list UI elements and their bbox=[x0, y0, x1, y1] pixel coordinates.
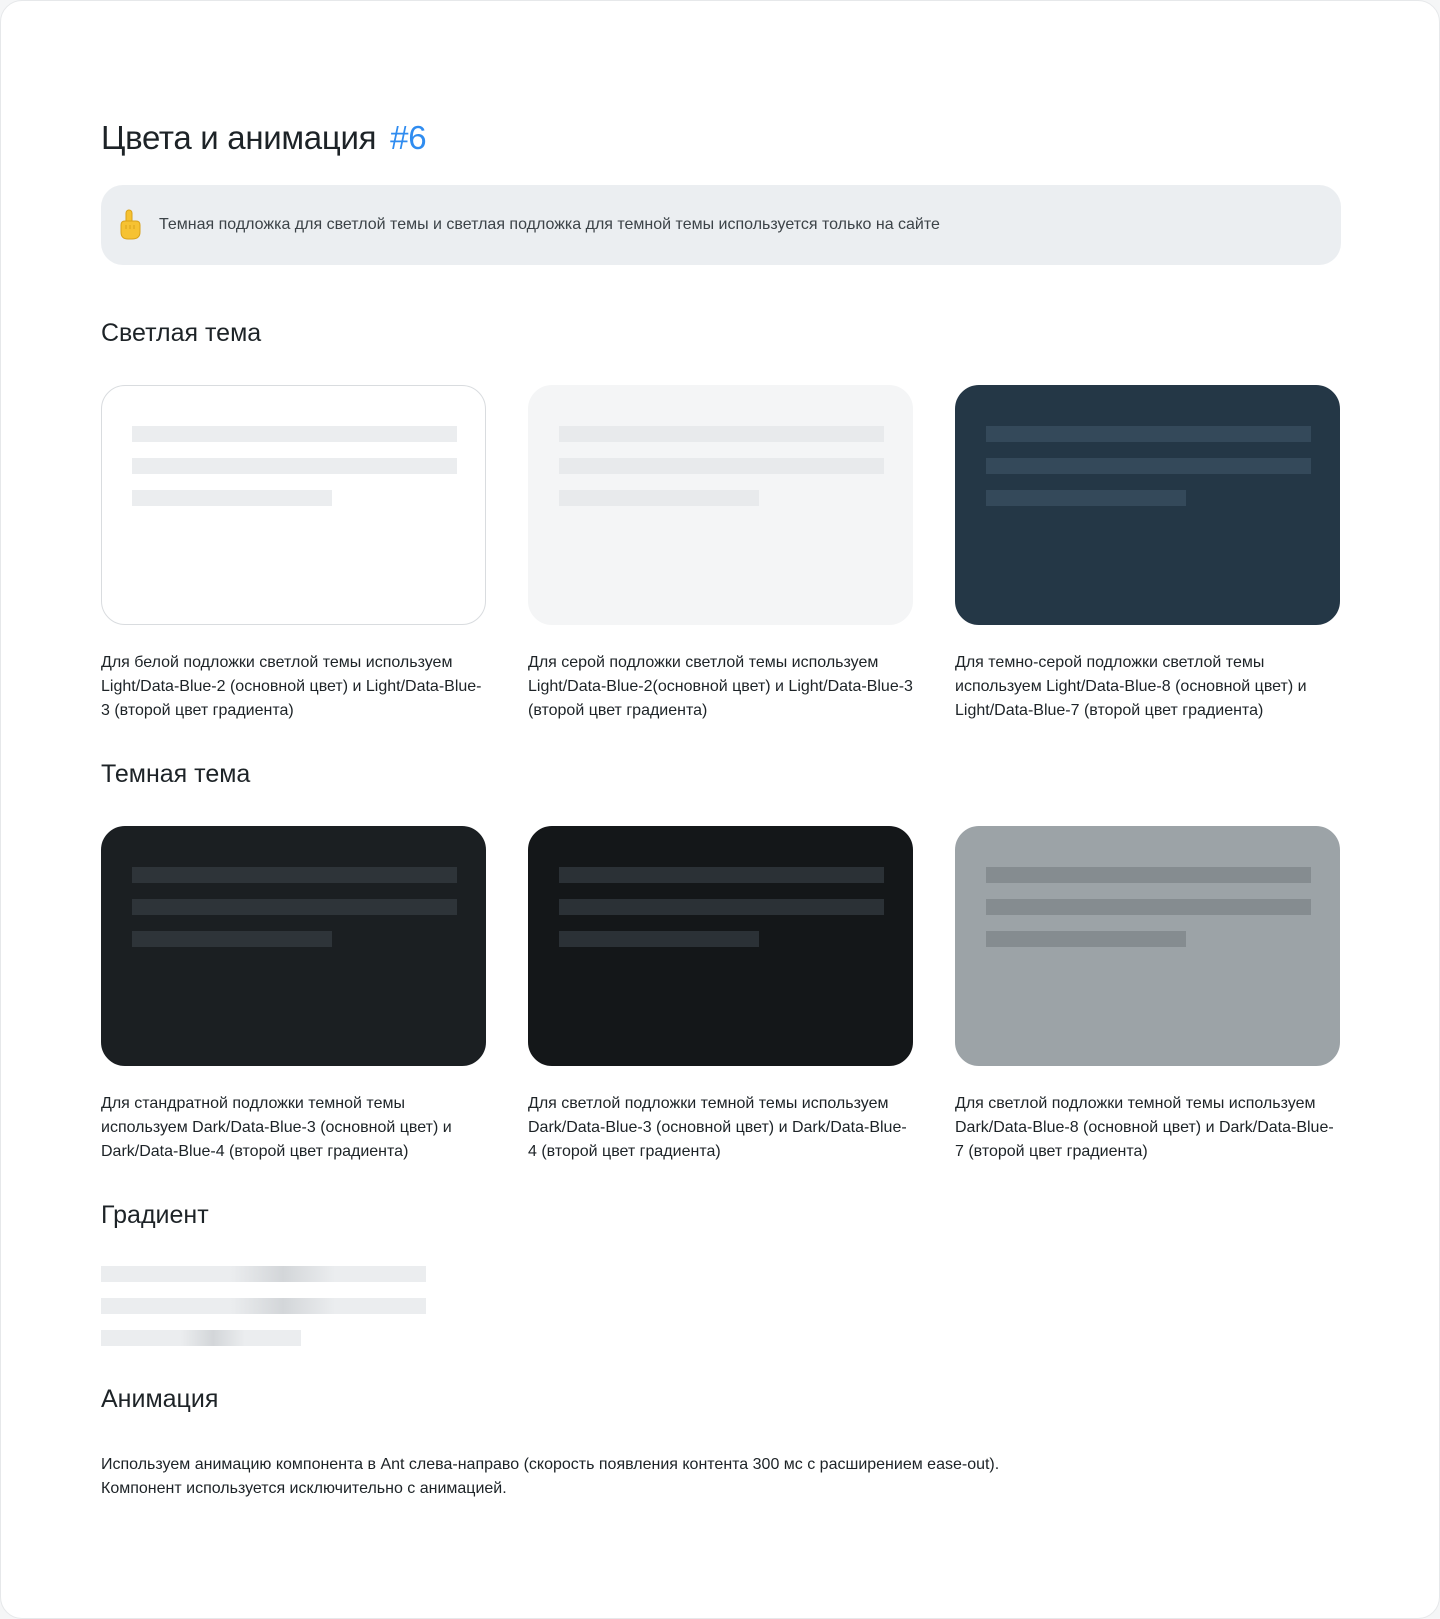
skeleton-line bbox=[132, 458, 457, 474]
light-card-white-caption: Для белой подложки светлой темы использу… bbox=[101, 654, 482, 719]
skeleton-line bbox=[132, 931, 332, 947]
light-card-gray bbox=[528, 385, 913, 625]
page-frame: Цвета и анимация #6 Темная подложка для с… bbox=[0, 0, 1440, 1619]
light-card-gray-caption: Для серой подложки светлой темы использу… bbox=[528, 654, 913, 719]
skeleton-line bbox=[132, 867, 457, 883]
skeleton-line bbox=[986, 867, 1311, 883]
skeleton-line bbox=[559, 867, 884, 883]
dark-card-light-gray-caption: Для светлой подложки темной темы использ… bbox=[955, 1095, 1334, 1160]
section-title-animation: Анимация bbox=[101, 1385, 219, 1413]
dark-card-standard bbox=[101, 826, 486, 1066]
skeleton-line bbox=[986, 458, 1311, 474]
animation-description-line: Компонент используется исключительно с а… bbox=[101, 1480, 507, 1497]
page-title-text: Цвета и анимация bbox=[101, 119, 377, 156]
skeleton-line bbox=[986, 426, 1311, 442]
skeleton-line bbox=[986, 490, 1186, 506]
gradient-skeleton-line bbox=[101, 1266, 426, 1282]
page-number: #6 bbox=[390, 119, 427, 156]
pointing-up-hand-icon bbox=[115, 208, 145, 242]
animation-description: Используем анимацию компонента в Ant сле… bbox=[101, 1453, 999, 1501]
skeleton-line bbox=[132, 899, 457, 915]
section-title-gradient: Градиент bbox=[101, 1201, 209, 1229]
section-title-dark-theme: Темная тема bbox=[101, 760, 251, 788]
animation-description-line: Используем анимацию компонента в Ant сле… bbox=[101, 1456, 1000, 1473]
info-note-text: Темная подложка для светлой темы и светл… bbox=[159, 216, 940, 233]
dark-card-darker-caption: Для светлой подложки темной темы использ… bbox=[528, 1095, 907, 1160]
skeleton-line bbox=[132, 490, 332, 506]
light-card-dark-gray-caption: Для темно-серой подложки светлой темы ис… bbox=[955, 654, 1307, 719]
page-title: Цвета и анимация #6 bbox=[101, 119, 427, 157]
skeleton-line bbox=[132, 426, 457, 442]
skeleton-line bbox=[559, 931, 759, 947]
gradient-skeleton-line bbox=[101, 1298, 426, 1314]
skeleton-line bbox=[986, 931, 1186, 947]
info-note: Темная подложка для светлой темы и светл… bbox=[101, 185, 1341, 265]
section-title-light-theme: Светлая тема bbox=[101, 319, 262, 347]
skeleton-line bbox=[559, 490, 759, 506]
dark-card-light-gray bbox=[955, 826, 1340, 1066]
dark-card-standard-caption: Для стандратной подложки темной темы исп… bbox=[101, 1095, 452, 1160]
skeleton-line bbox=[986, 899, 1311, 915]
light-card-white bbox=[101, 385, 486, 625]
dark-card-darker bbox=[528, 826, 913, 1066]
light-card-dark-gray bbox=[955, 385, 1340, 625]
gradient-skeleton-line bbox=[101, 1330, 301, 1346]
skeleton-line bbox=[559, 458, 884, 474]
skeleton-line bbox=[559, 899, 884, 915]
skeleton-line bbox=[559, 426, 884, 442]
